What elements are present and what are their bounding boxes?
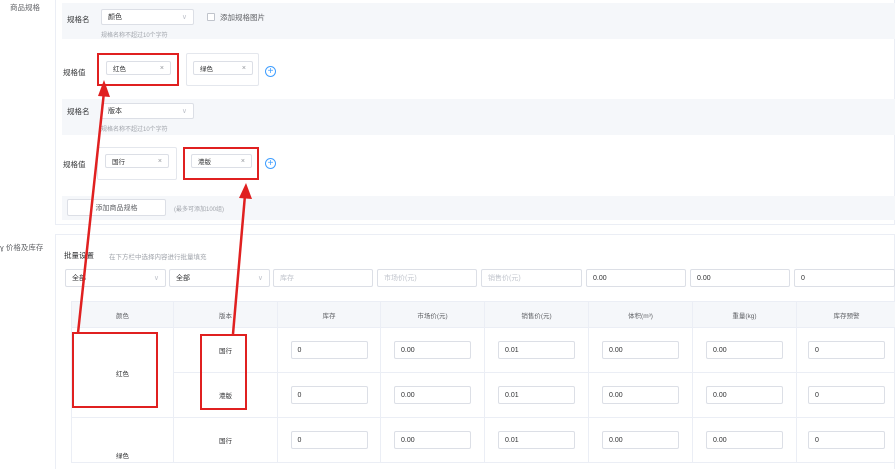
annotation-arrow-line [76,91,106,334]
annotation-arrows [76,80,252,335]
annotation-arrow-line [231,194,247,335]
annotation-arrow-head [98,80,110,97]
annotation-arrow-head [239,183,252,199]
